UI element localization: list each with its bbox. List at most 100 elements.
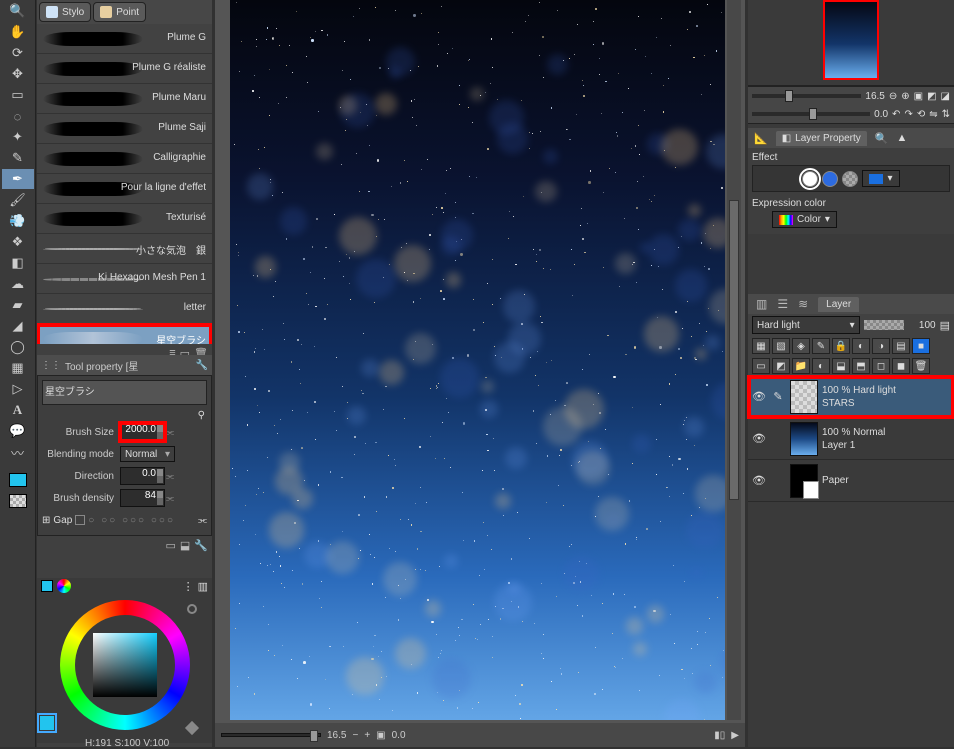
ruler-tab-icon[interactable]: 📐: [754, 132, 768, 145]
brush-density-input[interactable]: 84: [120, 489, 165, 507]
new-vector-icon[interactable]: ◩: [772, 358, 790, 374]
eraser-tool-icon[interactable]: ◧: [2, 253, 34, 273]
decoration-tool-icon[interactable]: ❖: [2, 232, 34, 252]
layer-tab[interactable]: Layer: [818, 297, 859, 312]
lasso-tool-icon[interactable]: ◌: [2, 106, 34, 126]
layer-history-icon[interactable]: ≋: [798, 297, 808, 311]
rotate-reset-icon[interactable]: ⟲: [917, 109, 925, 120]
blending-mode-select[interactable]: Normal: [120, 446, 175, 462]
wrench-icon[interactable]: 🔧: [194, 539, 208, 552]
subtool-tab-point[interactable]: Point: [93, 2, 146, 22]
merge-down-icon[interactable]: ⬒: [852, 358, 870, 374]
search-tab-icon[interactable]: 🔍: [875, 132, 889, 145]
brush-row[interactable]: Ki Hexagon Mesh Pen 1: [37, 264, 212, 294]
color-slider-icon[interactable]: ⋮: [183, 580, 194, 593]
zoom-in-icon[interactable]: ⊕: [901, 91, 909, 102]
rotate-cw-icon[interactable]: ↷: [904, 109, 912, 120]
wand-tool-icon[interactable]: ✦: [2, 127, 34, 147]
subtool-tab-stylo[interactable]: Stylo: [39, 2, 91, 22]
expression-color-select[interactable]: Color▾: [772, 211, 837, 228]
brush-row[interactable]: Texturisé: [37, 204, 212, 234]
frame-tool-icon[interactable]: ▦: [2, 358, 34, 378]
wrench-icon[interactable]: 🔧: [196, 360, 208, 371]
apply-mask-icon[interactable]: ◼: [892, 358, 910, 374]
fg-color-swatch[interactable]: [2, 470, 34, 490]
gap-option-icon[interactable]: [75, 515, 85, 525]
brush-row[interactable]: Pour la ligne d'effet: [37, 174, 212, 204]
zoom-out-icon[interactable]: ⊖: [889, 91, 897, 102]
layer-thumbnail[interactable]: [790, 422, 818, 456]
new-folder-icon[interactable]: 📁: [792, 358, 810, 374]
zoom-tool-icon[interactable]: 🔍: [2, 1, 34, 21]
airbrush-tool-icon[interactable]: 💨: [2, 211, 34, 231]
brush-row[interactable]: Plume Saji: [37, 114, 212, 144]
ref-layer-icon[interactable]: ◈: [792, 338, 810, 354]
mask-link-icon[interactable]: ◑: [872, 338, 890, 354]
rotate-ccw-icon[interactable]: ↶: [892, 109, 900, 120]
brush-row[interactable]: Calligraphie: [37, 144, 212, 174]
brush-row[interactable]: Plume G réaliste: [37, 54, 212, 84]
draft-icon[interactable]: ✎: [812, 338, 830, 354]
flip-v-icon[interactable]: ⇅: [942, 109, 950, 120]
layer-property-tab[interactable]: ◧Layer Property: [776, 131, 867, 146]
clip-icon[interactable]: ▦: [752, 338, 770, 354]
gradient-tool-icon[interactable]: ◢: [2, 316, 34, 336]
blend-tool-icon[interactable]: ☁: [2, 274, 34, 294]
brush-list[interactable]: Plume GPlume G réalistePlume MaruPlume S…: [37, 24, 212, 344]
visibility-icon[interactable]: 👁: [748, 474, 770, 487]
brush-row[interactable]: 小さな気泡 銀: [37, 234, 212, 264]
nav-zoom-slider[interactable]: [752, 94, 861, 98]
layer-folder-icon[interactable]: ▥: [756, 297, 767, 311]
opacity-slider[interactable]: [864, 320, 904, 330]
reset-icon[interactable]: ▭: [165, 539, 175, 552]
rotate-tool-icon[interactable]: ⟳: [2, 43, 34, 63]
eyedropper-tool-icon[interactable]: ✎: [2, 148, 34, 168]
layer-color-icon[interactable]: ■: [912, 338, 930, 354]
color-set-icon[interactable]: ▥: [198, 580, 208, 593]
figure-tool-icon[interactable]: ◯: [2, 337, 34, 357]
ruler-tool-icon[interactable]: ▷: [2, 379, 34, 399]
effect-color-picker[interactable]: ▾: [862, 170, 899, 187]
layer-row[interactable]: 👁100 % NormalLayer 1: [748, 418, 954, 460]
color-wheel-icon[interactable]: [57, 579, 71, 593]
move-tool-icon[interactable]: ✥: [2, 64, 34, 84]
visibility-icon[interactable]: 👁: [748, 390, 770, 403]
transparent-swatch[interactable]: [2, 491, 34, 511]
tool-property-header[interactable]: ⋮⋮ Tool property [星 🔧: [37, 355, 212, 375]
pen-tool-icon[interactable]: ✒: [2, 169, 34, 189]
brush-row[interactable]: 星空ブラシ: [37, 324, 212, 344]
navigator-thumbnail[interactable]: [823, 0, 879, 80]
visibility-icon[interactable]: 👁: [748, 432, 770, 445]
vertical-scrollbar[interactable]: [727, 0, 741, 720]
sv-box[interactable]: [93, 633, 157, 697]
effect-tone-icon[interactable]: [822, 171, 838, 187]
layer-thumbnail[interactable]: [790, 464, 818, 498]
new-raster-icon[interactable]: ▭: [752, 358, 770, 374]
direction-input[interactable]: 0.0: [120, 467, 165, 485]
effect-border-icon[interactable]: [802, 171, 818, 187]
blend-mode-select[interactable]: Hard light▾: [752, 316, 860, 334]
layer-list[interactable]: 👁✎100 % Hard lightSTARS👁100 % NormalLaye…: [748, 376, 954, 502]
param-link-icon[interactable]: ⫘: [165, 493, 175, 504]
play-icon[interactable]: ▶: [731, 730, 739, 741]
canvas[interactable]: [230, 0, 725, 720]
brush-row[interactable]: Plume Maru: [37, 84, 212, 114]
fit-screen-icon[interactable]: ▣: [914, 91, 923, 102]
layer-thumbnail[interactable]: [790, 380, 818, 414]
lock-trans-icon[interactable]: ▧: [772, 338, 790, 354]
balloon-tool-icon[interactable]: 💬: [2, 421, 34, 441]
wheel-toggle-icon[interactable]: [184, 721, 198, 735]
create-mask-icon[interactable]: ◻: [872, 358, 890, 374]
navigator-preview[interactable]: [748, 0, 954, 86]
fit-icon[interactable]: ▣: [376, 730, 385, 741]
brush-row[interactable]: letter: [37, 294, 212, 324]
lock-icon[interactable]: 🔒: [832, 338, 850, 354]
current-color-swatch[interactable]: [40, 716, 54, 730]
timeline-icon[interactable]: ▮▯: [714, 730, 725, 741]
param-link-icon[interactable]: ⫘: [198, 515, 207, 526]
register-icon[interactable]: ⬓: [180, 539, 190, 552]
param-link-icon[interactable]: ⫘: [165, 471, 175, 482]
color-swatch-icon[interactable]: [41, 580, 53, 592]
marquee-tool-icon[interactable]: ▭: [2, 85, 34, 105]
layer-row[interactable]: 👁Paper: [748, 460, 954, 502]
